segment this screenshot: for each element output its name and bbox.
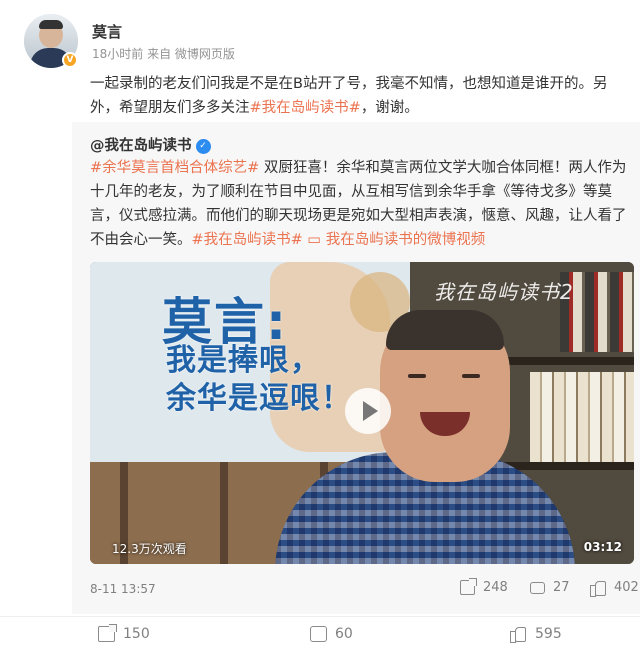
post-text-segment: ，谢谢。 — [360, 100, 419, 116]
verified-blue-icon: ✓ — [195, 138, 211, 154]
show-logo: 我在岛屿读书2 — [434, 280, 574, 304]
books — [530, 372, 634, 462]
video-title-line: 余华是逗哏！ — [166, 381, 352, 416]
like-icon — [590, 580, 606, 597]
verified-icon: V — [62, 52, 78, 68]
comment-icon — [530, 581, 545, 594]
hair — [386, 310, 504, 350]
comment-count: 60 — [335, 626, 353, 642]
repost-author[interactable]: @我在岛屿读书 ✓ — [90, 134, 211, 155]
hashtag-link[interactable]: #我在岛屿读书# — [192, 232, 303, 248]
like-count: 402 — [614, 580, 639, 595]
comment-button[interactable]: 60 — [310, 626, 353, 642]
share-count: 150 — [123, 626, 150, 642]
repost-author-name[interactable]: @我在岛屿读书 — [90, 138, 192, 154]
video-title-line: 我是捧哏， — [166, 343, 321, 378]
weibo-post: V 莫言 18小时前 来自 微博网页版 一起录制的老友们问我是不是在B站开了号，… — [0, 0, 640, 652]
comment-icon — [310, 626, 327, 642]
repost-share-button[interactable]: 248 — [460, 578, 508, 595]
like-icon — [510, 626, 527, 643]
repost-like-button[interactable]: 402 — [590, 580, 639, 597]
divider — [0, 616, 640, 617]
post-text: 一起录制的老友们问我是不是在B站开了号，我毫不知情，也想知道是谁开的。另外，希望… — [90, 72, 625, 120]
play-button-icon[interactable] — [345, 388, 391, 434]
video-link[interactable]: ▭ 我在岛屿读书的微博视频 — [303, 232, 485, 248]
share-button[interactable]: 150 — [98, 624, 150, 642]
repost-card[interactable]: @我在岛屿读书 ✓ #余华莫言首档合体综艺# 双厨狂喜！余华和莫言两位文学大咖合体… — [72, 122, 640, 614]
action-bar: 150 60 595 — [0, 618, 640, 652]
video-title-lines: 我是捧哏， 余华是逗哏！ — [166, 342, 352, 418]
hashtag-link[interactable]: #我在岛屿读书# — [250, 100, 361, 116]
video-player[interactable]: 莫言: 我是捧哏， 余华是逗哏！ 我在岛屿读书2 12.3万次观看 03:12 — [90, 262, 634, 564]
author-name[interactable]: 莫言 — [92, 21, 122, 42]
eye — [408, 374, 426, 378]
repost-date[interactable]: 8-11 13:57 — [90, 582, 156, 596]
repost-comment-button[interactable]: 27 — [530, 580, 570, 595]
share-icon — [98, 624, 117, 642]
like-count: 595 — [535, 626, 562, 642]
like-button[interactable]: 595 — [510, 626, 562, 643]
share-icon — [460, 578, 477, 595]
video-duration: 03:12 — [583, 540, 622, 554]
repost-text: #余华莫言首档合体综艺# 双厨狂喜！余华和莫言两位文学大咖合体同框！两人作为十几… — [90, 156, 630, 252]
share-count: 248 — [483, 580, 508, 595]
comment-count: 27 — [553, 580, 570, 595]
eye — [462, 374, 480, 378]
hashtag-link[interactable]: #余华莫言首档合体综艺# — [90, 160, 259, 176]
view-count: 12.3万次观看 — [112, 542, 187, 556]
post-meta: 18小时前 来自 微博网页版 — [92, 47, 235, 61]
